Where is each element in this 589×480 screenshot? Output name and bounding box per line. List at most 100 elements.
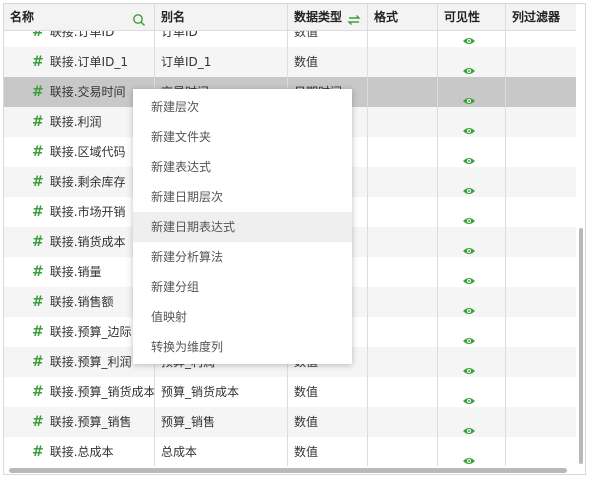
column-filter-cell[interactable] <box>506 347 576 377</box>
column-filter-cell[interactable] <box>506 47 576 77</box>
column-filter-cell[interactable] <box>506 407 576 437</box>
format-cell[interactable] <box>368 107 438 137</box>
alias-cell[interactable]: 订单ID_1 <box>155 47 288 77</box>
visibility-cell <box>438 30 506 47</box>
measure-hash-icon: # <box>32 204 44 220</box>
alias-cell[interactable]: 预算_销货成本 <box>155 377 288 407</box>
context-menu-item[interactable]: 新建表达式 <box>133 152 352 182</box>
format-cell[interactable] <box>368 137 438 167</box>
column-filter-cell[interactable] <box>506 167 576 197</box>
eye-icon[interactable] <box>462 117 476 137</box>
vertical-scrollbar-thumb[interactable] <box>579 228 583 464</box>
table-row[interactable]: # 联接.总成本 总成本 数值 <box>4 437 576 466</box>
column-filter-cell[interactable] <box>506 30 576 47</box>
field-name-cell[interactable]: # 联接.订单ID <box>4 30 155 47</box>
data-type-cell[interactable]: 数值 <box>288 407 368 437</box>
vertical-scrollbar[interactable] <box>577 30 585 466</box>
column-header-format[interactable]: 格式 <box>368 4 438 30</box>
data-type-cell[interactable]: 数值 <box>288 30 368 47</box>
eye-icon[interactable] <box>462 447 476 466</box>
field-name: 联接.交易时间 <box>49 85 126 99</box>
format-cell[interactable] <box>368 407 438 437</box>
format-cell[interactable] <box>368 317 438 347</box>
context-menu-item[interactable]: 值映射 <box>133 302 352 332</box>
column-filter-cell[interactable] <box>506 377 576 407</box>
eye-icon[interactable] <box>462 87 476 107</box>
format-cell[interactable] <box>368 30 438 47</box>
column-filter-cell[interactable] <box>506 317 576 347</box>
column-header-alias[interactable]: 别名 <box>155 4 288 30</box>
column-header-visibility[interactable]: 可见性 <box>438 4 506 30</box>
column-filter-cell[interactable] <box>506 257 576 287</box>
visibility-cell <box>438 107 506 137</box>
format-cell[interactable] <box>368 377 438 407</box>
format-cell[interactable] <box>368 77 438 107</box>
context-menu-item[interactable]: 新建分组 <box>133 272 352 302</box>
field-name-cell[interactable]: # 联接.总成本 <box>4 437 155 466</box>
eye-icon[interactable] <box>462 417 476 437</box>
data-type-cell[interactable]: 数值 <box>288 47 368 77</box>
column-header-name[interactable]: 名称 <box>4 4 155 30</box>
data-type-cell[interactable]: 数值 <box>288 377 368 407</box>
context-menu-item[interactable]: 新建层次 <box>133 92 352 122</box>
eye-icon[interactable] <box>462 387 476 407</box>
context-menu-item[interactable]: 新建文件夹 <box>133 122 352 152</box>
eye-icon[interactable] <box>462 177 476 197</box>
eye-icon[interactable] <box>462 237 476 257</box>
table-row[interactable]: # 联接.订单ID 订单ID 数值 <box>4 30 576 47</box>
alias-cell[interactable]: 预算_销售 <box>155 407 288 437</box>
alias-cell[interactable]: 总成本 <box>155 437 288 466</box>
column-filter-cell[interactable] <box>506 287 576 317</box>
column-filter-cell[interactable] <box>506 137 576 167</box>
horizontal-scrollbar[interactable] <box>4 466 576 474</box>
context-menu-item[interactable]: 转换为维度列 <box>133 332 352 362</box>
format-cell[interactable] <box>368 167 438 197</box>
format-cell[interactable] <box>368 227 438 257</box>
column-header-column-filter[interactable]: 列过滤器 <box>506 4 576 30</box>
eye-icon[interactable] <box>462 207 476 227</box>
measure-hash-icon: # <box>32 174 44 190</box>
field-name-cell[interactable]: # 联接.预算_销货成本 <box>4 377 155 407</box>
eye-icon[interactable] <box>462 297 476 317</box>
column-filter-cell[interactable] <box>506 197 576 227</box>
visibility-cell <box>438 317 506 347</box>
table-row[interactable]: # 联接.预算_销货成本 预算_销货成本 数值 <box>4 377 576 407</box>
format-cell[interactable] <box>368 437 438 466</box>
search-icon[interactable] <box>132 10 146 27</box>
visibility-cell <box>438 347 506 377</box>
table-row[interactable]: # 联接.预算_销售 预算_销售 数值 <box>4 407 576 437</box>
data-type-text: 数值 <box>294 385 319 399</box>
column-filter-cell[interactable] <box>506 107 576 137</box>
eye-icon[interactable] <box>462 267 476 287</box>
measure-hash-icon: # <box>32 414 44 430</box>
context-menu-item[interactable]: 新建日期层次 <box>133 182 352 212</box>
eye-icon[interactable] <box>462 57 476 77</box>
field-name: 联接.利润 <box>49 115 102 129</box>
format-cell[interactable] <box>368 197 438 227</box>
field-name-cell[interactable]: # 联接.订单ID_1 <box>4 47 155 77</box>
format-cell[interactable] <box>368 347 438 377</box>
column-filter-cell[interactable] <box>506 77 576 107</box>
column-header-label: 可见性 <box>444 10 481 24</box>
format-cell[interactable] <box>368 47 438 77</box>
data-type-text: 数值 <box>294 445 319 459</box>
data-type-cell[interactable]: 数值 <box>288 437 368 466</box>
field-name-cell[interactable]: # 联接.预算_销售 <box>4 407 155 437</box>
eye-icon[interactable] <box>462 147 476 167</box>
column-filter-cell[interactable] <box>506 227 576 257</box>
eye-icon[interactable] <box>462 30 476 47</box>
eye-icon[interactable] <box>462 357 476 377</box>
context-menu-item[interactable]: 新建日期表达式 <box>133 212 352 242</box>
format-cell[interactable] <box>368 257 438 287</box>
format-cell[interactable] <box>368 287 438 317</box>
context-menu-item[interactable]: 新建分析算法 <box>133 242 352 272</box>
measure-hash-icon: # <box>32 144 44 160</box>
column-filter-cell[interactable] <box>506 437 576 466</box>
alias-cell[interactable]: 订单ID <box>155 30 288 47</box>
eye-icon[interactable] <box>462 327 476 347</box>
horizontal-scrollbar-thumb[interactable] <box>9 468 567 473</box>
swap-icon[interactable] <box>347 10 361 25</box>
table-row[interactable]: # 联接.订单ID_1 订单ID_1 数值 <box>4 47 576 77</box>
column-header-data-type[interactable]: 数据类型 <box>288 4 368 30</box>
field-name: 联接.订单ID_1 <box>49 55 128 69</box>
